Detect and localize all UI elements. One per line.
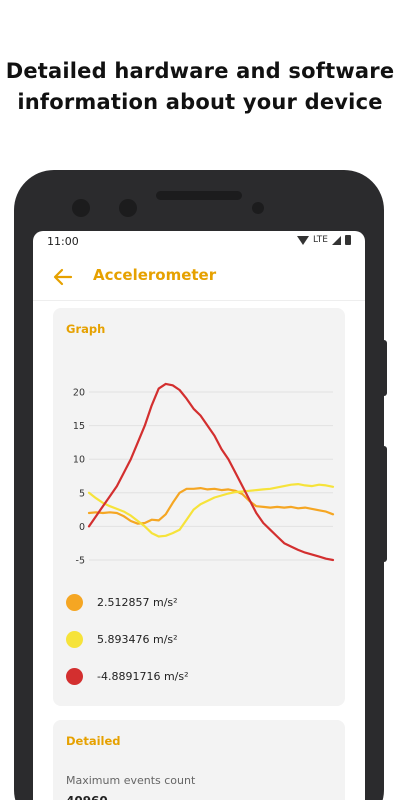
detail-card-title: Detailed <box>66 734 121 748</box>
legend-value: 2.512857 m/s² <box>97 596 178 609</box>
series-line-0 <box>87 487 335 525</box>
page-title: Accelerometer <box>93 266 217 284</box>
y-tick-label: 20 <box>73 388 85 399</box>
y-tick-label: 0 <box>79 522 85 533</box>
series-line-1 <box>87 483 335 538</box>
y-tick-label: 5 <box>79 488 85 499</box>
content-scroll[interactable]: Graph 20 15 10 5 0 -5 2.512857 m/s² 5.893476 … <box>33 302 365 800</box>
legend-value: 5.893476 m/s² <box>97 633 178 646</box>
accelerometer-chart: 20 15 10 5 0 -5 <box>73 382 335 567</box>
series-line-2 <box>87 382 335 562</box>
promo-headline: Detailed hardware and software informati… <box>0 56 400 118</box>
y-tick-label: 10 <box>73 455 85 466</box>
status-time: 11:00 <box>47 235 79 248</box>
max-events-label: Maximum events count <box>66 774 196 787</box>
graph-card-title: Graph <box>66 322 106 336</box>
max-events-value: 40960 <box>66 794 108 800</box>
network-type: LTE <box>313 235 328 245</box>
legend-value: -4.8891716 m/s² <box>97 670 189 683</box>
status-icons: LTE <box>297 235 351 245</box>
battery-icon <box>345 235 351 245</box>
legend-item: -4.8891716 m/s² <box>66 668 189 685</box>
legend-item: 2.512857 m/s² <box>66 594 178 611</box>
graph-card: Graph 20 15 10 5 0 -5 2.512857 m/s² 5.893476 … <box>53 308 345 706</box>
wifi-icon <box>297 235 310 245</box>
phone-screen: 11:00 LTE Accelerometer Graph 20 15 10 5 0 -5… <box>33 231 365 800</box>
headline-line-1: Detailed hardware and software <box>5 59 395 83</box>
detail-card: Detailed Maximum events count 40960 <box>53 720 345 800</box>
status-bar: 11:00 LTE <box>33 231 365 253</box>
headline-line-2: information about your device <box>17 90 383 114</box>
legend-dot <box>66 668 83 685</box>
phone-camera <box>119 199 137 217</box>
app-bar: Accelerometer <box>33 253 365 301</box>
legend-dot <box>66 594 83 611</box>
y-tick-label: -5 <box>76 556 85 567</box>
phone-speaker <box>156 191 242 200</box>
phone-camera <box>72 199 90 217</box>
signal-icon <box>332 235 341 245</box>
y-tick-label: 15 <box>73 421 85 432</box>
arrow-left-icon[interactable] <box>51 265 75 289</box>
legend-item: 5.893476 m/s² <box>66 631 178 648</box>
phone-sensor <box>252 202 264 214</box>
legend-dot <box>66 631 83 648</box>
